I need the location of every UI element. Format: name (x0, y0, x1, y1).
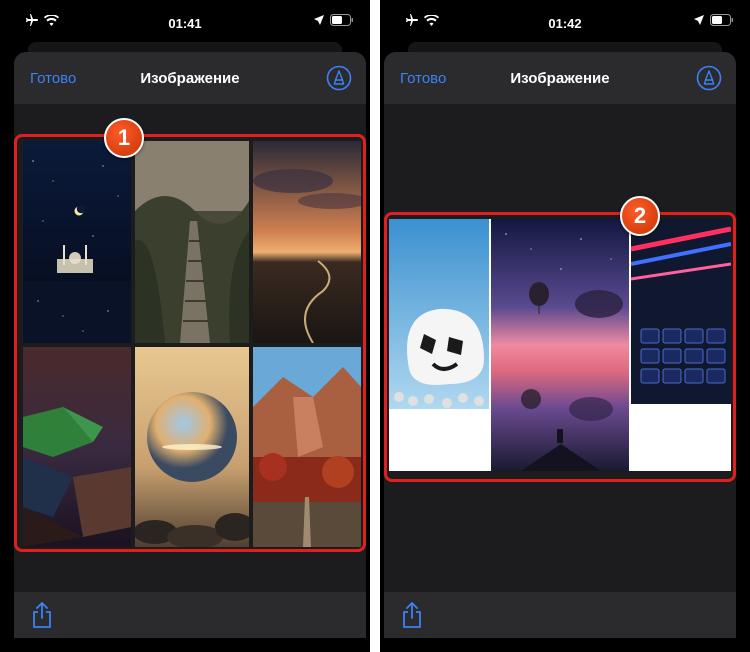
navigation-bar: Готово Изображение (14, 52, 366, 104)
wallpaper-balloons-lake[interactable] (491, 219, 629, 471)
battery-icon (330, 14, 353, 26)
wallpaper-sunset-road[interactable] (253, 141, 361, 343)
phone-screen-right: 01:42 Готово Изображение 2 (380, 0, 750, 652)
wallpaper-night-mosque[interactable] (23, 141, 131, 343)
collage-highlight-frame (384, 212, 736, 482)
share-icon[interactable] (400, 602, 424, 628)
step-badge-2: 2 (620, 196, 660, 236)
wallpaper-forest-stairs[interactable] (135, 141, 249, 343)
status-right-icons (694, 14, 734, 26)
bottom-toolbar (384, 592, 736, 638)
phone-screen-left: 01:41 Готово Изображение 1 (0, 0, 370, 652)
navigation-bar: Готово Изображение (384, 52, 736, 104)
markup-pen-icon[interactable] (696, 65, 722, 91)
wallpaper-crystal-ball[interactable] (135, 347, 249, 547)
location-arrow-icon (314, 15, 324, 25)
page-title: Изображение (510, 70, 610, 87)
wallpaper-low-poly-aurora[interactable] (23, 347, 131, 547)
wallpaper-marshmello[interactable] (389, 219, 489, 471)
share-icon[interactable] (30, 602, 54, 628)
wallpaper-neon-fire-keyboard[interactable] (631, 219, 731, 471)
battery-icon (710, 14, 733, 26)
page-title: Изображение (140, 70, 240, 87)
collage-highlight-frame (14, 134, 366, 552)
status-bar: 01:41 (0, 0, 370, 40)
status-right-icons (314, 14, 354, 26)
step-badge-1: 1 (104, 118, 144, 158)
status-bar: 01:42 (380, 0, 750, 40)
markup-pen-icon[interactable] (326, 65, 352, 91)
bottom-toolbar (14, 592, 366, 638)
wallpaper-autumn-canyon[interactable] (253, 347, 361, 547)
location-arrow-icon (694, 15, 704, 25)
